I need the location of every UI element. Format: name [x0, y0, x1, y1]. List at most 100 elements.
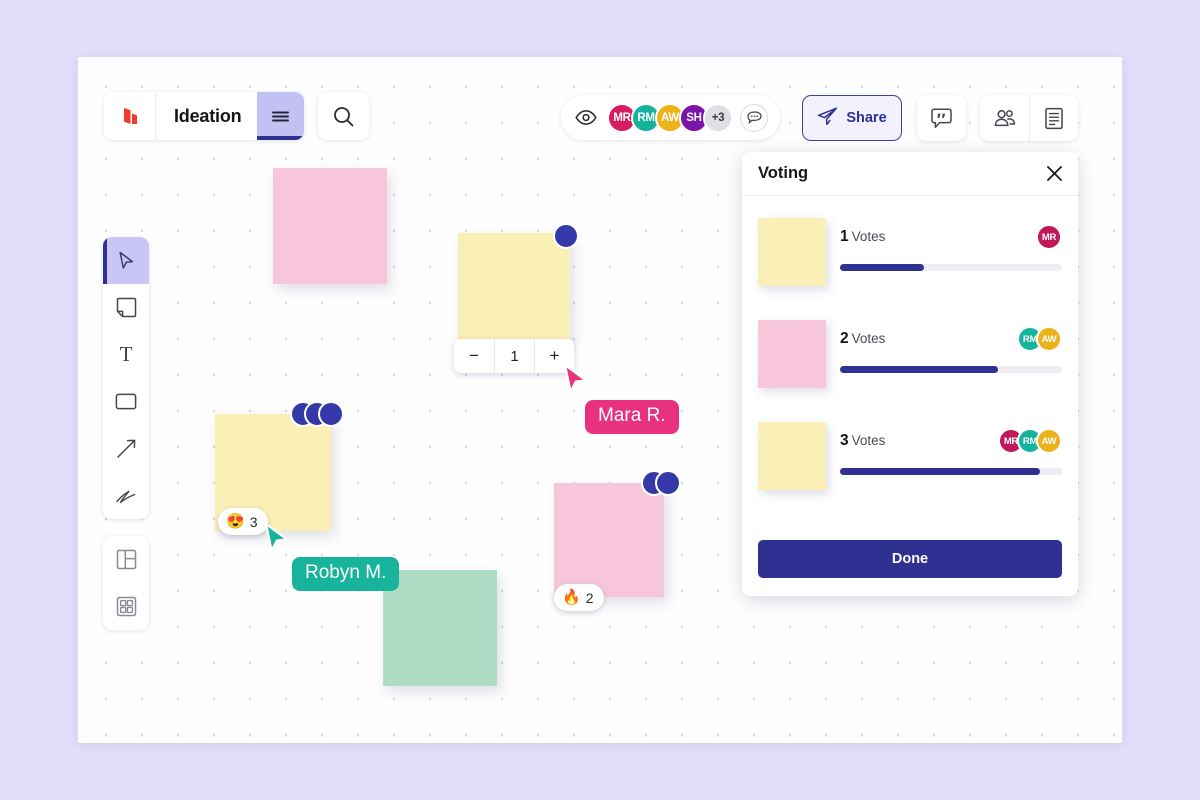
- vote-row-label: Votes: [851, 229, 886, 244]
- sticky-note-pink-top[interactable]: [273, 168, 387, 284]
- arrow-tool[interactable]: [103, 425, 149, 472]
- avatar-plus3[interactable]: +3: [703, 102, 733, 133]
- reaction-count: 3: [249, 513, 258, 530]
- comment-quote-icon[interactable]: [917, 95, 966, 141]
- vote-dots-yellow-reaction[interactable]: [290, 401, 344, 427]
- select-tool[interactable]: [103, 237, 149, 284]
- vote-progress-bar: [840, 366, 1062, 373]
- vote-row-thumbnail: [758, 320, 826, 388]
- cursor-mara-pointer: [562, 363, 592, 402]
- presence-bar: MR RM AW SH +3: [561, 95, 780, 140]
- cursor-robyn-label: Robyn M.: [292, 557, 400, 591]
- eye-visibility-icon[interactable]: [575, 110, 597, 125]
- chat-bubble-icon[interactable]: [740, 103, 768, 132]
- templates-tool[interactable]: [103, 536, 149, 583]
- vote-row-count: 3 Votes: [840, 432, 885, 450]
- sticky-note-icon: [116, 297, 136, 318]
- search-input[interactable]: [318, 92, 369, 140]
- vote-row-3: 3 Votes MR RM AW: [758, 422, 1062, 490]
- vote-row-avatars: RM AW: [1017, 326, 1062, 352]
- header-right-group: [980, 95, 1078, 141]
- voting-panel-header: Voting: [742, 152, 1078, 196]
- cursor-mara-label: Mara R.: [585, 400, 679, 434]
- scribble-pen-icon: [116, 490, 136, 503]
- share-button[interactable]: Share: [802, 95, 902, 141]
- people-group-icon[interactable]: [980, 95, 1029, 141]
- vote-row-label: Votes: [851, 331, 886, 346]
- shape-tool[interactable]: [103, 378, 149, 425]
- layout-template-icon: [116, 549, 136, 570]
- cursor-arrow-icon: [118, 251, 133, 269]
- reaction-emoji: 🔥: [562, 589, 581, 606]
- vote-row-body: 2 Votes RM AW: [840, 320, 1062, 388]
- hamburger-menu-icon[interactable]: [257, 92, 305, 140]
- arrow-up-right-icon: [116, 439, 135, 458]
- grid-apps-icon: [116, 596, 136, 617]
- board-header: Ideation: [104, 92, 305, 140]
- brand-logo-icon[interactable]: [104, 92, 156, 140]
- vote-row-body: 3 Votes MR RM AW: [840, 422, 1062, 490]
- done-button[interactable]: Done: [758, 540, 1062, 578]
- voting-panel-title: Voting: [758, 164, 809, 182]
- vote-dot: [318, 401, 344, 427]
- vote-row-body: 1 Votes MR: [840, 218, 1062, 286]
- primary-toolbar: T: [103, 237, 149, 519]
- avatar-aw[interactable]: AW: [1036, 428, 1062, 454]
- reaction-badge-fire[interactable]: 🔥 2: [554, 584, 605, 611]
- vote-row-thumbnail: [758, 218, 826, 286]
- vote-count-value: 1: [494, 339, 534, 373]
- text-tool[interactable]: T: [103, 331, 149, 378]
- paper-plane-icon: [817, 107, 838, 130]
- vote-row-top: 3 Votes MR RM AW: [840, 428, 1062, 454]
- whiteboard-app: 😍 3 🔥 2−1 + Mara R. Robyn M. Ideation MR…: [0, 0, 1200, 800]
- apps-grid-tool[interactable]: [103, 583, 149, 630]
- page-title: Ideation: [174, 105, 242, 126]
- close-x-icon[interactable]: [1046, 165, 1063, 182]
- vote-row-number: 3: [840, 432, 849, 449]
- sticky-note-pink-bottom[interactable]: [554, 483, 664, 597]
- reaction-count: 2: [585, 589, 594, 606]
- presence-avatars: MR RM AW SH +3: [607, 102, 733, 133]
- vote-row-top: 2 Votes RM AW: [840, 326, 1062, 352]
- vote-progress-fill: [840, 264, 925, 271]
- vote-dot: [553, 223, 579, 249]
- vote-row-avatars: MR RM AW: [998, 428, 1062, 454]
- sticky-note-green[interactable]: [383, 570, 497, 686]
- reaction-emoji: 😍: [226, 513, 245, 530]
- text-t-icon: T: [119, 342, 133, 366]
- vote-row-2: 2 Votes RM AW: [758, 320, 1062, 388]
- voting-panel-footer: Done: [742, 534, 1078, 596]
- avatar-aw[interactable]: AW: [1036, 326, 1062, 352]
- document-notes-icon[interactable]: [1029, 95, 1078, 141]
- sticky-note-tool[interactable]: [103, 284, 149, 331]
- vote-progress-fill: [840, 366, 998, 373]
- vote-dots-pink-bottom[interactable]: [641, 470, 681, 496]
- vote-row-1: 1 Votes MR: [758, 218, 1062, 286]
- sticky-note-yellow-voting[interactable]: [458, 233, 570, 341]
- cursor-robyn-pointer: [263, 522, 293, 561]
- vote-row-top: 1 Votes MR: [840, 224, 1062, 250]
- vote-decrement-button[interactable]: −: [454, 339, 494, 373]
- vote-progress-bar: [840, 264, 1062, 271]
- vote-dots-yellow-voting[interactable]: [553, 223, 579, 249]
- avatar-mr[interactable]: MR: [1036, 224, 1062, 250]
- secondary-toolbar: [103, 536, 149, 630]
- rectangle-icon: [115, 393, 137, 410]
- reaction-badge-heart-eyes[interactable]: 😍 3: [218, 508, 269, 535]
- vote-row-count: 2 Votes: [840, 330, 885, 348]
- pen-tool[interactable]: [103, 472, 149, 519]
- vote-progress-bar: [840, 468, 1062, 475]
- vote-row-number: 1: [840, 228, 849, 245]
- voting-rows-list: 1 Votes MR 2 Votes RM AW 3 Votes MR RM AW: [742, 196, 1078, 534]
- vote-progress-fill: [840, 468, 1040, 475]
- vote-row-label: Votes: [851, 433, 886, 448]
- vote-row-avatars: MR: [1036, 224, 1062, 250]
- share-button-label: Share: [846, 110, 887, 126]
- voting-panel: Voting 1 Votes MR 2 Votes RM AW 3 Votes MR RM AW Do…: [742, 152, 1078, 596]
- vote-dot: [655, 470, 681, 496]
- search-icon: [334, 106, 354, 126]
- vote-row-count: 1 Votes: [840, 228, 885, 246]
- vote-row-number: 2: [840, 330, 849, 347]
- vote-row-thumbnail: [758, 422, 826, 490]
- vote-stepper[interactable]: −1 +: [454, 339, 574, 373]
